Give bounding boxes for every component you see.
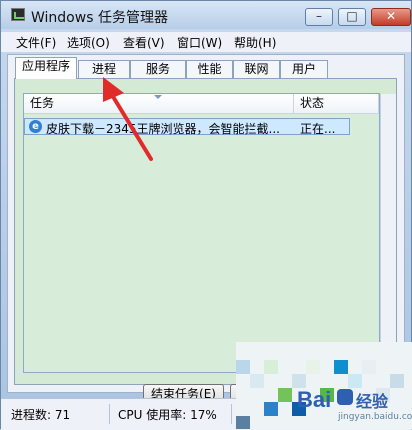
vertical-scrollbar[interactable]	[380, 94, 396, 373]
minimize-button[interactable]: –	[305, 8, 333, 26]
menu-bar: 文件(F) 选项(O) 查看(V) 窗口(W) 帮助(H)	[1, 32, 411, 52]
applications-panel: 任务 状态 e 皮肤下载－2345王牌浏览器，会智能拦截... 正在... 结束…	[14, 78, 397, 404]
menu-view[interactable]: 查看(V)	[123, 34, 165, 51]
task-manager-icon	[11, 8, 25, 21]
tab-performance[interactable]: 性能	[186, 60, 233, 78]
task-list-body	[24, 114, 379, 372]
browser-e-icon: e	[29, 120, 42, 133]
menu-file[interactable]: 文件(F)	[16, 34, 56, 51]
status-divider	[109, 404, 110, 424]
status-bar: 进程数: 71 CPU 使用率: 17%	[1, 398, 411, 430]
tab-users[interactable]: 用户	[280, 60, 328, 78]
task-status-cell: 正在...	[300, 122, 336, 136]
task-list[interactable]: 任务 状态 e 皮肤下载－2345王牌浏览器，会智能拦截... 正在...	[23, 93, 380, 373]
task-row[interactable]: e 皮肤下载－2345王牌浏览器，会智能拦截... 正在...	[24, 118, 350, 136]
menu-options[interactable]: 选项(O)	[67, 34, 110, 51]
task-name-cell: 皮肤下载－2345王牌浏览器，会智能拦截...	[46, 122, 280, 136]
tab-processes[interactable]: 进程	[78, 60, 130, 78]
column-task[interactable]: 任务	[24, 94, 294, 114]
window-title: Windows 任务管理器	[31, 10, 168, 26]
status-divider	[231, 404, 232, 424]
close-button[interactable]: ✕	[371, 8, 411, 26]
sort-arrow-icon	[154, 95, 162, 99]
menu-help[interactable]: 帮助(H)	[234, 34, 276, 51]
title-bar[interactable]: Windows 任务管理器 – □ ✕	[1, 1, 411, 29]
menu-window[interactable]: 窗口(W)	[177, 34, 222, 51]
cpu-usage: CPU 使用率: 17%	[118, 408, 217, 422]
task-manager-window: Windows 任务管理器 – □ ✕ 文件(F) 选项(O) 查看(V) 窗口…	[0, 0, 412, 430]
tab-services[interactable]: 服务	[130, 60, 186, 78]
column-status[interactable]: 状态	[294, 94, 379, 114]
maximize-button[interactable]: □	[338, 8, 366, 26]
tab-networking[interactable]: 联网	[233, 60, 280, 78]
main-client-area: 应用程序 进程 服务 性能 联网 用户 任务 状态 e 皮肤下载－2345王牌浏…	[7, 54, 405, 404]
column-task-label: 任务	[30, 96, 55, 110]
tab-applications[interactable]: 应用程序	[15, 57, 77, 79]
process-count: 进程数: 71	[11, 408, 71, 422]
